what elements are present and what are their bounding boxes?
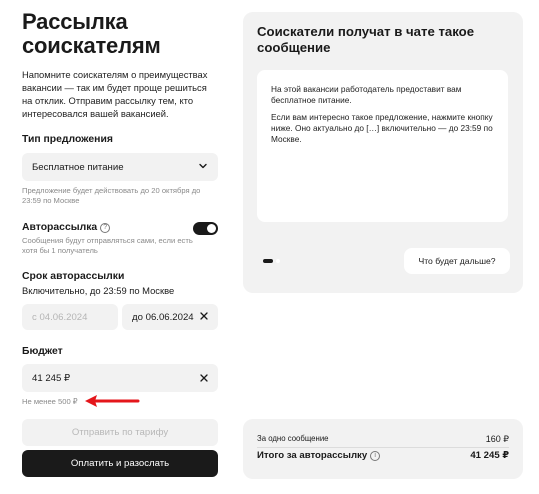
question-icon[interactable]: ? <box>100 223 111 233</box>
preview-title: Соискатели получат в чате такое сообщени… <box>257 24 475 55</box>
total-row: Итого за авторассылку i 41 245 ₽ <box>257 450 509 461</box>
per-message-row: За одно сообщение 160 ₽ <box>257 434 509 445</box>
per-message-label: За одно сообщение <box>257 434 329 443</box>
pay-and-send-button[interactable]: Оплатить и разослать <box>22 450 218 477</box>
page-title: Рассылка соискателям <box>22 9 161 58</box>
budget-hint: Не менее 500 ₽ <box>22 397 78 406</box>
budget-label: Бюджет <box>22 346 63 357</box>
cost-summary-card: За одно сообщение 160 ₽ Итого за авторас… <box>243 419 523 479</box>
autosend-label: Авторассылка <box>22 222 98 233</box>
offer-type-label: Тип предложения <box>22 134 113 145</box>
message-paragraph-2: Если вам интересно такое предложение, на… <box>271 112 493 144</box>
per-message-value: 160 ₽ <box>485 434 509 444</box>
budget-value: 41 245 ₽ <box>32 372 71 384</box>
date-to-value: 06.06.2024 <box>145 311 194 323</box>
page-intro: Напомните соискателям о преимуществах ва… <box>22 69 208 119</box>
total-value: 41 245 ₽ <box>470 450 509 461</box>
period-label: Срок авторассылки <box>22 271 125 282</box>
toggle-knob <box>207 224 216 233</box>
annotation-arrow-icon <box>85 395 140 407</box>
pagination-dots[interactable] <box>263 259 293 263</box>
chat-message-bubble: На этой вакансии работодатель предостави… <box>257 70 508 222</box>
summary-divider <box>257 447 509 448</box>
message-paragraph-1: На этой вакансии работодатель предостави… <box>271 84 462 105</box>
send-by-tariff-button[interactable]: Отправить по тарифу <box>22 419 218 446</box>
date-to-prefix: до <box>132 311 143 323</box>
chevron-down-icon <box>199 163 207 169</box>
offer-type-value: Бесплатное питание <box>32 161 124 173</box>
period-sublabel: Включительно, до 23:59 по Москве <box>22 285 175 296</box>
close-icon[interactable] <box>199 373 209 383</box>
budget-input[interactable]: 41 245 ₽ <box>22 364 218 392</box>
info-icon[interactable]: i <box>370 451 381 461</box>
offer-type-select[interactable]: Бесплатное питание <box>22 153 218 181</box>
what-next-button[interactable]: Что будет дальше? <box>404 248 510 274</box>
autosend-label-row: Авторассылка? <box>22 222 111 233</box>
date-from-field[interactable]: с 04.06.2024 <box>22 304 118 330</box>
autosend-hint: Сообщения будут отправляться сами, если … <box>22 236 193 255</box>
date-to-field[interactable]: до 06.06.2024 <box>122 304 218 330</box>
offer-hint: Предложение будет действовать до 20 октя… <box>22 186 201 205</box>
total-label: Итого за авторассылку <box>257 450 368 461</box>
form-column: Рассылка соискателям Напомните соискател… <box>22 10 218 120</box>
close-icon[interactable] <box>199 311 209 321</box>
autosend-toggle[interactable] <box>193 222 218 235</box>
message-preview-card: Соискатели получат в чате такое сообщени… <box>243 12 523 293</box>
date-from-value: с 04.06.2024 <box>32 311 88 323</box>
